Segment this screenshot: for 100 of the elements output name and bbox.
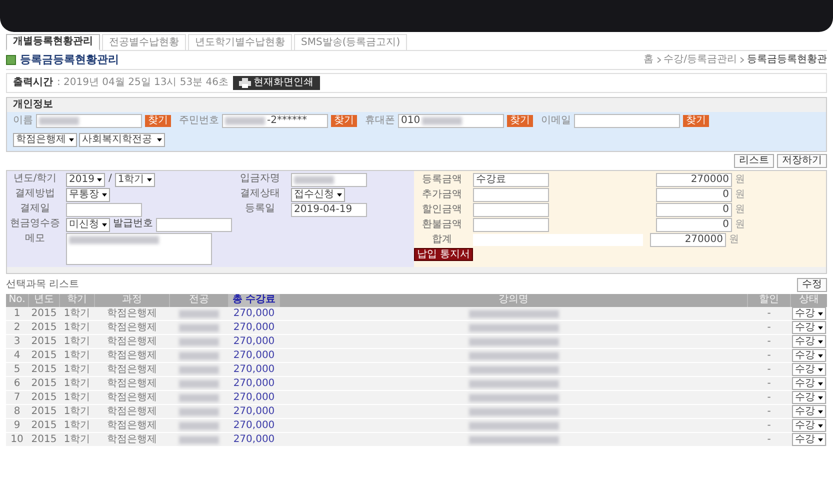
field-label: / <box>108 173 112 185</box>
status-dropdown[interactable]: 수강 <box>792 419 826 432</box>
caret-icon <box>818 438 823 442</box>
dropdown[interactable]: 학점은행제 <box>13 133 77 147</box>
redacted-block <box>179 338 219 346</box>
breadcrumb-link[interactable]: 등록금등록현황관 <box>747 54 827 66</box>
unit-label: 원 <box>735 219 745 231</box>
column-header: 전공 <box>170 294 228 307</box>
dropdown[interactable]: 접수신청 <box>291 188 345 202</box>
column-header: 강의명 <box>280 294 747 307</box>
table-cell: - <box>767 322 771 334</box>
table-cell: 학점은행제 <box>107 322 157 334</box>
status-dropdown[interactable]: 수강 <box>792 433 826 446</box>
status-dropdown[interactable]: 수강 <box>792 321 826 334</box>
action-button[interactable]: 저장하기 <box>777 154 827 168</box>
dropdown[interactable]: 2019 <box>66 173 106 187</box>
status-dropdown[interactable]: 수강 <box>792 307 826 320</box>
amount-field[interactable]: 270000 <box>656 173 732 187</box>
input-field[interactable] <box>66 203 142 217</box>
input-field[interactable]: 2019-04-19 <box>291 203 367 217</box>
square-icon <box>6 55 16 65</box>
input-field[interactable]: -2****** <box>222 114 328 128</box>
amount-field[interactable]: 270000 <box>650 233 726 247</box>
input-field[interactable] <box>156 218 232 232</box>
status-dropdown[interactable]: 수강 <box>792 349 826 362</box>
dropdown[interactable]: 1학기 <box>114 173 156 187</box>
column-header: 상태 <box>791 294 827 307</box>
amount-field[interactable]: 0 <box>656 218 732 232</box>
status-dropdown[interactable]: 수강 <box>792 405 826 418</box>
print-time: : 2019년 04월 25일 13시 53분 46초 <box>57 77 229 89</box>
column-header: No. <box>6 294 28 307</box>
table-cell: 2015 <box>31 308 57 320</box>
column-header: 할인 <box>748 294 790 307</box>
caret-icon <box>818 396 823 400</box>
input-field[interactable] <box>473 203 549 217</box>
table-cell: 8 <box>14 406 20 418</box>
table-cell: 9 <box>14 420 20 432</box>
tab[interactable]: 년도학기별수납현황 <box>188 34 292 50</box>
table-cell: 270,000 <box>233 336 275 348</box>
redacted-block <box>179 324 219 332</box>
tab[interactable]: SMS발송(등록금고지) <box>294 34 408 50</box>
table-cell: 1학기 <box>64 420 90 432</box>
print-button[interactable]: 현재화면인쇄 <box>232 76 320 90</box>
table-cell: 270,000 <box>233 434 275 446</box>
breadcrumb-link[interactable]: 수강/등록금관리 <box>664 54 737 66</box>
table-cell: 2 <box>14 322 20 334</box>
table-cell: - <box>767 378 771 390</box>
dropdown[interactable]: 미신청 <box>66 218 110 232</box>
field-label: 결제일 <box>19 203 51 215</box>
caret-icon <box>818 340 823 344</box>
amount-field[interactable]: 0 <box>656 188 732 202</box>
status-dropdown[interactable]: 수강 <box>792 391 826 404</box>
table-cell: 학점은행제 <box>107 406 157 418</box>
caret-icon <box>818 424 823 428</box>
field-label: 등록일 <box>244 203 276 215</box>
status-dropdown[interactable]: 수강 <box>792 377 826 390</box>
unit-label: 원 <box>729 234 739 246</box>
input-field[interactable] <box>291 173 367 187</box>
unit-label: 원 <box>735 189 745 201</box>
redacted-block <box>422 117 462 125</box>
table-cell: 270,000 <box>233 392 275 404</box>
caret-icon <box>818 312 823 316</box>
action-button[interactable]: 리스트 <box>734 154 774 168</box>
redacted-block <box>179 380 219 388</box>
status-dropdown[interactable]: 수강 <box>792 363 826 376</box>
notice-button[interactable]: 납입 통지서 <box>414 248 474 261</box>
input-field[interactable]: 010 <box>398 114 504 128</box>
table-cell: 학점은행제 <box>107 434 157 446</box>
print-time-label: 출력시간 <box>13 77 53 89</box>
input-field[interactable] <box>574 114 680 128</box>
table-cell: 6 <box>14 378 20 390</box>
table-cell: 학점은행제 <box>107 336 157 348</box>
caret-icon <box>818 410 823 414</box>
input-field[interactable] <box>473 188 549 202</box>
tab[interactable]: 전공별수납현황 <box>102 34 186 50</box>
input-field[interactable] <box>473 218 549 232</box>
table-cell: 270,000 <box>233 350 275 362</box>
table-cell: 1학기 <box>64 336 90 348</box>
status-dropdown[interactable]: 수강 <box>792 335 826 348</box>
redacted-block <box>225 117 265 125</box>
amount-field[interactable]: 0 <box>656 203 732 217</box>
table-cell: - <box>767 420 771 432</box>
table-cell: 2015 <box>31 336 57 348</box>
dropdown[interactable]: 무통장 <box>66 188 110 202</box>
input-field[interactable]: 수강료 <box>473 173 549 187</box>
field-value: 010 <box>401 115 420 127</box>
table-cell: 7 <box>14 392 20 404</box>
table-cell: 1 <box>14 308 20 320</box>
edit-button[interactable]: 수정 <box>797 278 827 292</box>
dropdown[interactable]: 사회복지학전공 <box>79 133 165 147</box>
memo-field[interactable] <box>66 233 212 265</box>
table-cell: - <box>767 336 771 348</box>
redacted-block <box>179 394 219 402</box>
tab[interactable]: 개별등록현황관리 <box>6 34 100 51</box>
input-field[interactable] <box>36 114 142 128</box>
table-cell: 1학기 <box>64 434 90 446</box>
field-label: 결제상태 <box>239 188 281 200</box>
caret-icon <box>147 178 152 182</box>
field-label: 입금자명 <box>239 173 281 185</box>
breadcrumb-link[interactable]: 홈 <box>644 54 654 66</box>
